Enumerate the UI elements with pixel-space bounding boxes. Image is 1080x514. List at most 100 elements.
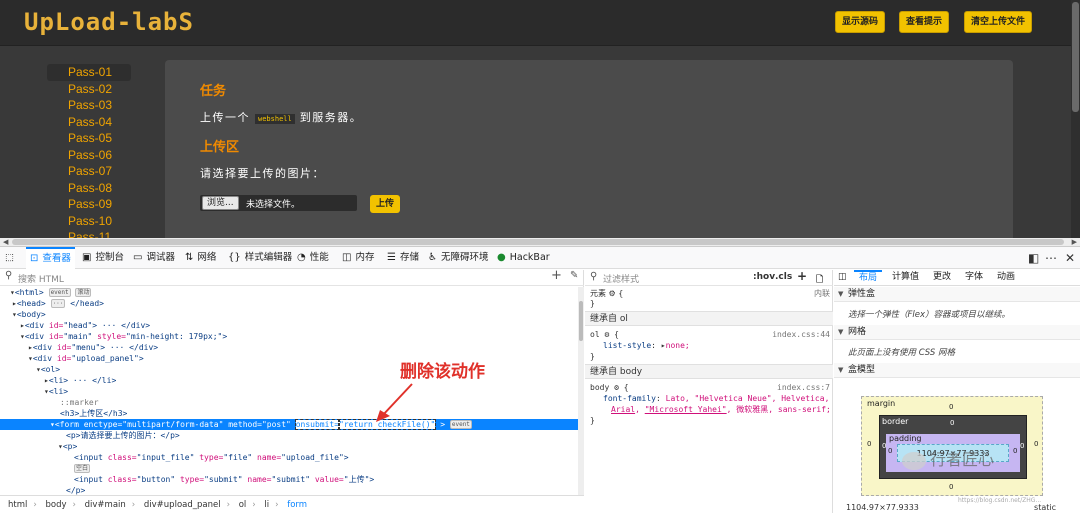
menu-item-pass-09[interactable]: Pass-09	[47, 196, 131, 213]
tree-node-p-label[interactable]: <p>请选择要上传的图片：</p>	[0, 430, 578, 441]
menu-item-pass-11[interactable]: Pass-11	[47, 229, 131, 238]
margin-top-value[interactable]: 0	[949, 403, 953, 411]
breadcrumb-li[interactable]: li	[264, 496, 269, 514]
grid-section-header[interactable]: ▼ 网格	[834, 325, 1080, 340]
print-simulation-icon[interactable]: 🗋	[816, 272, 823, 288]
tree-node-div-head[interactable]: ▸<div id="head"> ··· </div>	[0, 320, 578, 331]
toggle-sidebar-icon[interactable]: ◫	[838, 270, 847, 286]
margin-right-value[interactable]: 0	[1034, 440, 1038, 448]
file-input[interactable]: 浏览... 未选择文件。	[200, 195, 357, 211]
pick-element-icon[interactable]: ⬚	[5, 247, 14, 269]
breadcrumb-div-upload-panel[interactable]: div#upload_panel	[144, 496, 221, 514]
more-options-icon[interactable]: ⋯	[1045, 247, 1057, 269]
styles-filter-input[interactable]: 过滤样式	[603, 272, 639, 285]
breadcrumb-form[interactable]: form	[287, 496, 307, 514]
tree-node-form-selected[interactable]: ▾<form enctype="multipart/form-data" met…	[0, 419, 578, 430]
close-icon[interactable]: ✕	[1065, 247, 1075, 269]
tree-node-input-submit[interactable]: <input class="button" type="submit" name…	[0, 474, 578, 485]
breadcrumb-div-main[interactable]: div#main	[85, 496, 126, 514]
tree-node-div-menu[interactable]: ▸<div id="menu"> ··· </div>	[0, 342, 578, 353]
tree-node-body[interactable]: ▾<body>	[0, 309, 578, 320]
tree-node-div-main[interactable]: ▾<div id="main" style="min-height: 179px…	[0, 331, 578, 342]
border-right-value[interactable]: 0	[1020, 442, 1024, 450]
cls-button[interactable]: .cls	[775, 272, 792, 282]
add-rule-icon[interactable]: +	[797, 269, 807, 283]
scroll-left-icon[interactable]: ◀	[3, 238, 8, 246]
view-hint-button[interactable]: 查看提示	[899, 11, 950, 33]
menu-item-pass-04[interactable]: Pass-04	[47, 114, 131, 131]
tab-changes[interactable]: 更改	[933, 270, 951, 286]
tree-node-h3[interactable]: <h3>上传区</h3>	[0, 408, 578, 419]
padding-right-value[interactable]: 0	[1013, 447, 1017, 455]
tab-accessibility[interactable]: ♿ 无障碍环境	[428, 247, 488, 269]
padding-left-value[interactable]: 0	[888, 447, 892, 455]
body-rule-selector[interactable]: body ⚙ {	[590, 382, 629, 393]
tree-node-div-upload-panel[interactable]: ▾<div id="upload_panel">	[0, 353, 578, 364]
tab-storage[interactable]: ☰ 存储	[387, 247, 419, 269]
tab-performance[interactable]: ◔ 性能	[297, 247, 329, 269]
page-scrollbar[interactable]	[1071, 0, 1080, 238]
breadcrumb-ol[interactable]: ol	[239, 496, 247, 514]
dock-icon[interactable]: ◧	[1028, 247, 1039, 269]
tab-hackbar[interactable]: ● HackBar	[497, 247, 550, 269]
horizontal-scrollbar-thumb[interactable]	[12, 239, 1064, 245]
html-search-input[interactable]: 搜索 HTML	[18, 272, 64, 285]
styles-filter[interactable]: ⚲ 过滤样式 :hov .cls + 🗋	[585, 269, 833, 288]
tab-memory[interactable]: ◫ 内存	[342, 247, 374, 269]
tab-animations[interactable]: 动画	[997, 270, 1015, 286]
breadcrumb-html[interactable]: html	[8, 496, 27, 514]
menu-item-pass-01[interactable]: Pass-01	[47, 64, 131, 81]
onsubmit-attr[interactable]: onsubmit=	[294, 419, 341, 430]
scroll-right-icon[interactable]: ▶	[1072, 238, 1077, 246]
hov-button[interactable]: :hov	[753, 272, 775, 282]
eyedropper-icon[interactable]: ✎	[570, 270, 578, 281]
ol-rule-decl[interactable]: list-style: ▸none;	[603, 340, 690, 351]
ol-rule-selector[interactable]: ol ⚙ {	[590, 329, 619, 340]
tree-node-head[interactable]: ▸<head> ··· </head>	[0, 298, 578, 309]
horizontal-scrollbar[interactable]: ◀ ▶	[0, 238, 1080, 247]
menu-item-pass-07[interactable]: Pass-07	[47, 163, 131, 180]
tree-node-p-close[interactable]: </p>	[0, 485, 578, 495]
tree-node-p[interactable]: ▾<p>	[0, 441, 578, 452]
upload-button[interactable]: 上传	[370, 195, 401, 213]
body-rule-decl[interactable]: font-family: Lato, "Helvetica Neue", Hel…	[603, 393, 829, 404]
border-top-value[interactable]: 0	[950, 419, 954, 427]
tree-node-marker[interactable]: ::marker	[0, 397, 578, 408]
tree-node-whitespace[interactable]: 空白	[0, 463, 578, 474]
tab-style-editor[interactable]: {} 样式编辑器	[228, 247, 292, 269]
html-search[interactable]: ⚲ 搜索 HTML + ✎	[0, 268, 584, 286]
tree-node-ol[interactable]: ▾<ol>	[0, 364, 578, 375]
tree-scrollbar[interactable]	[578, 287, 584, 495]
tab-network[interactable]: ⇅ 网络	[185, 247, 216, 269]
menu-item-pass-03[interactable]: Pass-03	[47, 97, 131, 114]
tab-computed[interactable]: 计算值	[892, 270, 919, 286]
tree-node-input-file[interactable]: <input class="input_file" type="file" na…	[0, 452, 578, 463]
tab-layout[interactable]: 布局	[854, 270, 883, 286]
clear-uploads-button[interactable]: 清空上传文件	[964, 11, 1033, 33]
tree-node-li-1[interactable]: ▸<li> ··· </li>	[0, 375, 578, 386]
add-node-icon[interactable]: +	[551, 268, 562, 283]
breadcrumb-body[interactable]: body	[45, 496, 66, 514]
menu-item-pass-08[interactable]: Pass-08	[47, 180, 131, 197]
boxmodel-section-header[interactable]: ▼ 盒模型	[834, 363, 1080, 378]
tree-node-html[interactable]: ▾<html> event 滚动	[0, 287, 578, 298]
margin-left-value[interactable]: 0	[867, 440, 871, 448]
margin-bottom-value[interactable]: 0	[949, 483, 953, 491]
scroll-badge[interactable]: 滚动	[75, 288, 92, 297]
menu-item-pass-06[interactable]: Pass-06	[47, 147, 131, 164]
tree-node-li-2[interactable]: ▾<li>	[0, 386, 578, 397]
ol-rule-source[interactable]: index.css:44	[772, 329, 830, 340]
tab-inspector[interactable]: ⊡ 查看器	[26, 247, 75, 269]
event-badge[interactable]: event	[48, 288, 71, 297]
page-scrollbar-thumb[interactable]	[1072, 2, 1079, 112]
tab-fonts[interactable]: 字体	[965, 270, 983, 286]
menu-item-pass-02[interactable]: Pass-02	[47, 81, 131, 98]
menu-item-pass-10[interactable]: Pass-10	[47, 213, 131, 230]
tab-debugger[interactable]: ▭ 调试器	[133, 247, 175, 269]
flexbox-section-header[interactable]: ▼ 弹性盒	[834, 287, 1080, 302]
body-rule-source[interactable]: index.css:7	[777, 382, 830, 393]
form-event-badge[interactable]: event	[449, 420, 472, 429]
element-rule[interactable]: 元素 ⚙ {	[590, 288, 623, 299]
menu-item-pass-05[interactable]: Pass-05	[47, 130, 131, 147]
show-source-button[interactable]: 显示源码	[835, 11, 886, 33]
